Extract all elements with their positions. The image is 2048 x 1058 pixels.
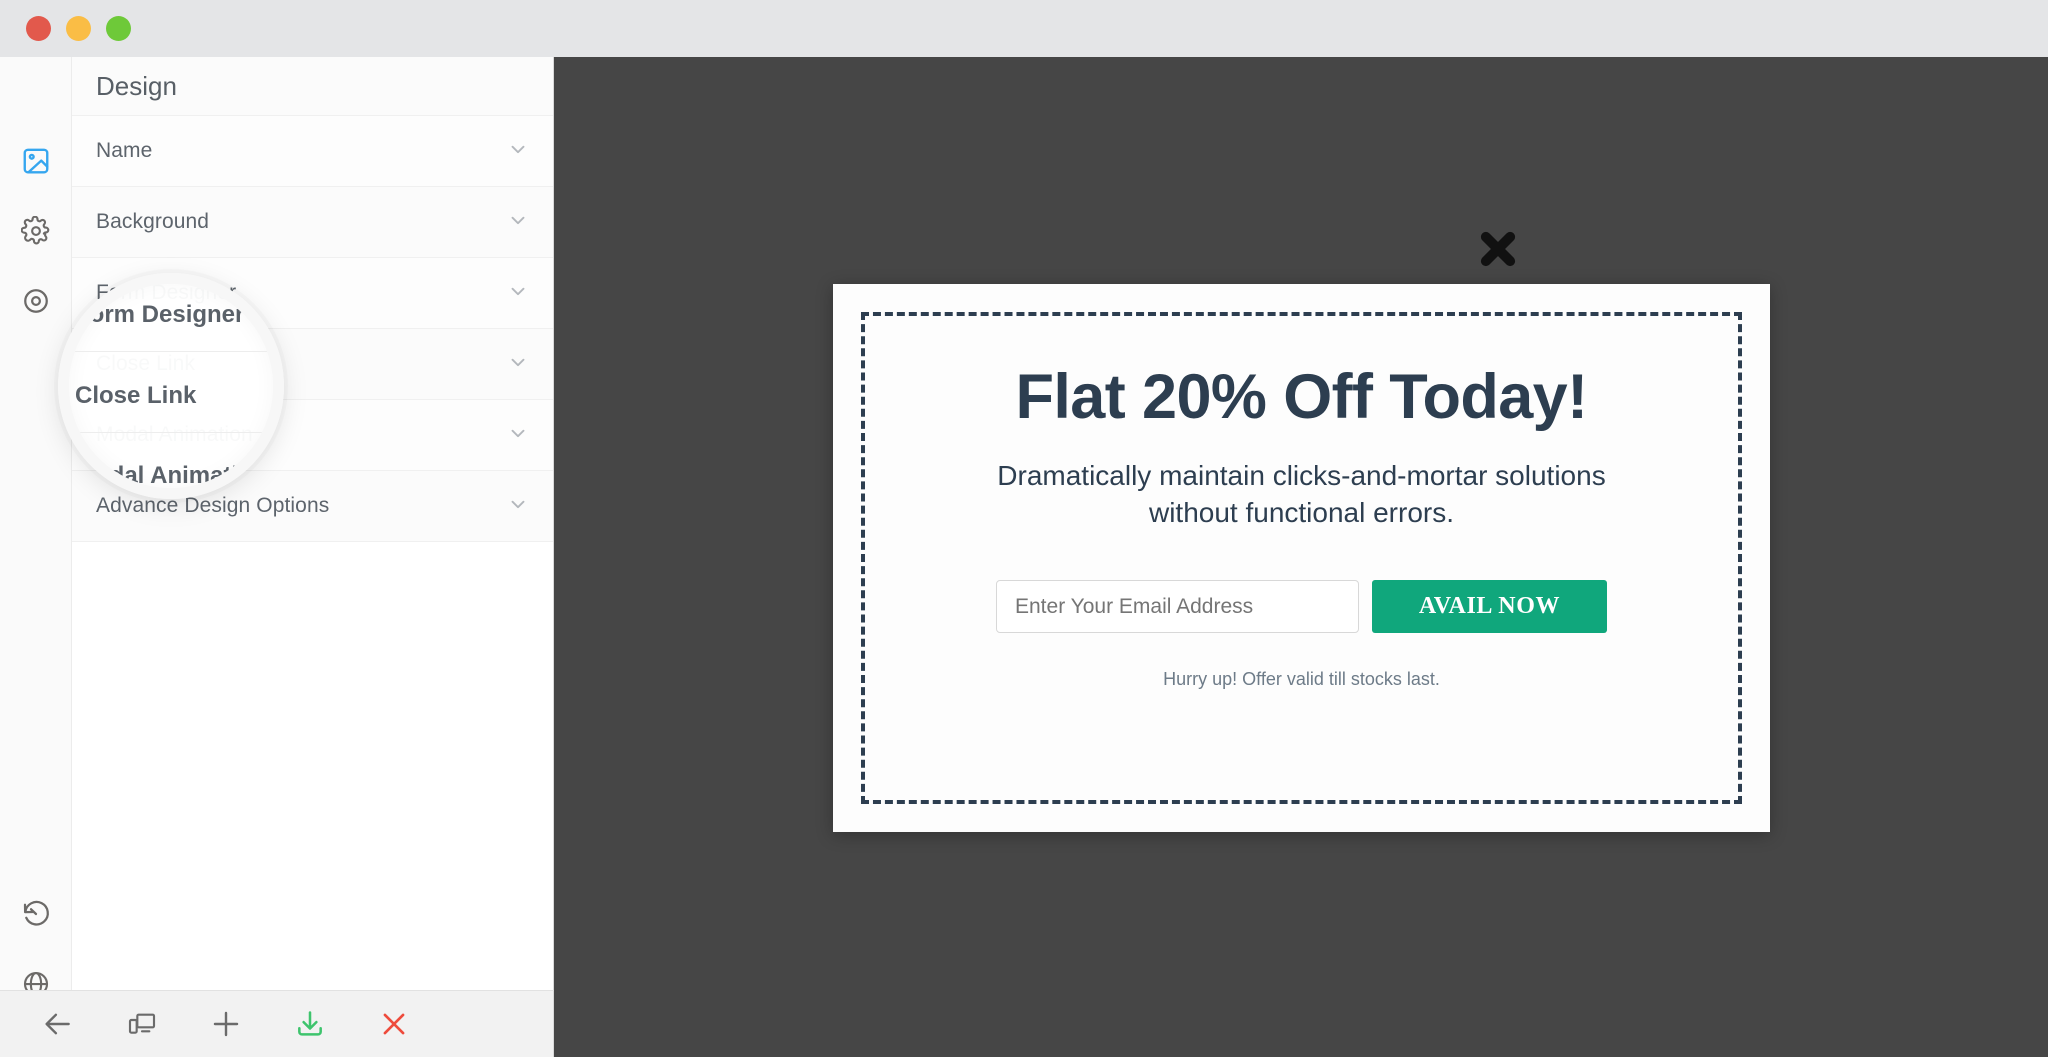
sidebar-item-settings[interactable]: [14, 209, 58, 253]
chevron-down-icon[interactable]: [507, 351, 529, 378]
back-button[interactable]: [16, 991, 100, 1058]
chevron-down-icon[interactable]: [507, 209, 529, 236]
sidebar-item-history[interactable]: [14, 892, 58, 936]
responsive-preview-button[interactable]: [100, 991, 184, 1058]
page-title: Design: [72, 57, 553, 116]
sidebar-item-target[interactable]: [14, 279, 58, 323]
modal-dashed-frame: Flat 20% Off Today! Dramatically maintai…: [861, 312, 1742, 804]
app-window: Design Name Background Form Designer Clo…: [0, 0, 2048, 1057]
modal-note: Hurry up! Offer valid till stocks last.: [1163, 669, 1440, 690]
modal-subtext: Dramatically maintain clicks-and-mortar …: [997, 460, 1606, 529]
download-save-icon: [294, 1008, 326, 1040]
accordion-row-modal-animation[interactable]: Modal Animation: [72, 400, 553, 471]
close-x-icon: [1480, 231, 1516, 267]
popup-modal: Flat 20% Off Today! Dramatically maintai…: [833, 284, 1770, 832]
preview-canvas: Flat 20% Off Today! Dramatically maintai…: [554, 57, 2048, 1057]
accordion-label: Form Designer: [96, 281, 237, 304]
chevron-down-icon[interactable]: [507, 280, 529, 307]
target-icon: [21, 286, 51, 316]
window-zoom-button[interactable]: [106, 16, 131, 41]
panel-empty-area: [72, 542, 553, 990]
save-button[interactable]: [268, 991, 352, 1058]
design-panel: Design Name Background Form Designer Clo…: [72, 57, 554, 990]
window-close-button[interactable]: [26, 16, 51, 41]
gear-icon: [21, 216, 51, 246]
modal-heading: Flat 20% Off Today!: [1015, 362, 1589, 432]
accordion-row-name[interactable]: Name: [72, 116, 553, 187]
devices-icon: [126, 1008, 158, 1040]
sidebar-item-image[interactable]: [14, 139, 58, 183]
window-minimize-button[interactable]: [66, 16, 91, 41]
accordion-label: Advance Design Options: [96, 494, 330, 517]
chevron-down-icon[interactable]: [507, 138, 529, 165]
chevron-down-icon[interactable]: [507, 493, 529, 520]
accordion-row-background[interactable]: Background: [72, 187, 553, 258]
accordion-row-form-designer[interactable]: Form Designer: [72, 258, 553, 329]
close-x-icon: [378, 1008, 410, 1040]
accordion-row-close-link[interactable]: Close Link: [72, 329, 553, 400]
accordion-row-advance-design-options[interactable]: Advance Design Options: [72, 471, 553, 542]
plus-icon: [209, 1007, 243, 1041]
accordion-label: Background: [96, 210, 210, 233]
bottom-toolbar: [0, 990, 554, 1057]
back-arrow-icon: [41, 1007, 75, 1041]
modal-close-button[interactable]: [1472, 223, 1524, 275]
window-titlebar: [0, 0, 2048, 57]
left-icon-rail: [0, 57, 72, 997]
avail-now-button[interactable]: AVAIL NOW: [1372, 580, 1607, 634]
accordion-label: Modal Animation: [96, 423, 253, 446]
accordion-label: Name: [96, 139, 153, 162]
add-button[interactable]: [184, 991, 268, 1058]
accordion-label: Close Link: [96, 352, 196, 375]
image-icon: [21, 146, 51, 176]
history-icon: [21, 899, 51, 929]
chevron-down-icon[interactable]: [507, 422, 529, 449]
discard-button[interactable]: [352, 991, 436, 1058]
modal-signup-form: AVAIL NOW: [996, 580, 1607, 634]
email-field[interactable]: [996, 580, 1359, 634]
